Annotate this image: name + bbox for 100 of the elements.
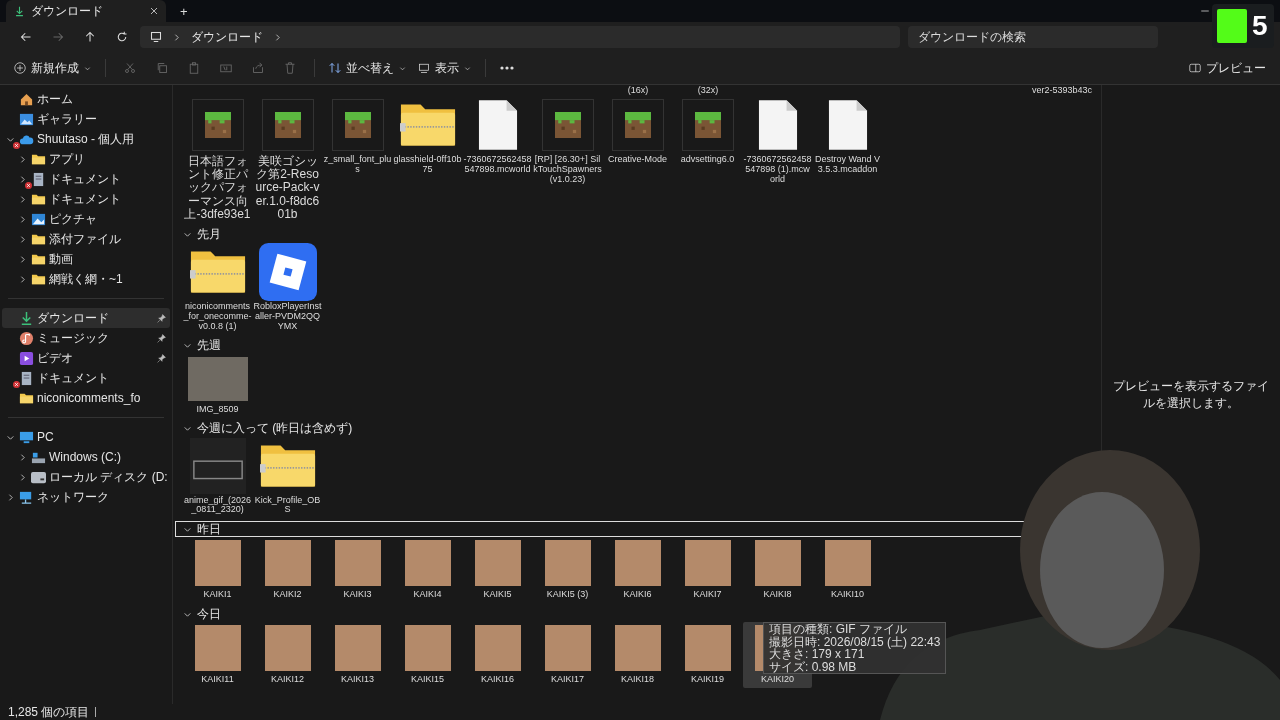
photo-placeholder [684, 625, 731, 672]
sidebar-item[interactable]: ネットワーク [2, 487, 170, 507]
preview-message: プレビューを表示するファイルを選択します。 [1112, 377, 1270, 412]
sidebar-item[interactable]: ドキュメント [2, 189, 170, 209]
photo-placeholder [614, 540, 661, 587]
file-item[interactable]: glasshield-0ff10b75 [393, 96, 462, 178]
group-header[interactable]: 先週 [175, 337, 1101, 354]
file-item[interactable]: KAIKI11 [183, 622, 252, 689]
sidebar-item[interactable]: ビデオ [2, 348, 170, 368]
file-item[interactable]: KAIKI4 [393, 537, 462, 604]
sidebar-item[interactable]: ダウンロード [2, 308, 170, 328]
file-item[interactable]: KAIKI3 [323, 537, 392, 604]
file-item[interactable]: [RP] [26.30+] SilkTouchSpawners (v1.0.23) [533, 96, 602, 188]
sort-arrows-icon [329, 62, 341, 74]
sidebar-item[interactable]: ピクチャ [2, 209, 170, 229]
group-header[interactable]: 昨日 [175, 521, 1101, 538]
group-header[interactable]: 先月 [175, 226, 1101, 243]
plus-circle-icon [14, 62, 26, 74]
file-item[interactable]: KAIKI6 [603, 537, 672, 604]
document-icon [31, 171, 46, 187]
file-item[interactable]: anime_gif_(2026_0811_2320) [183, 436, 252, 519]
monitor-icon [418, 62, 430, 74]
sidebar-item[interactable]: ドキュメント [2, 368, 170, 388]
file-item[interactable]: Destroy Wand V3.5.3.mcaddon [813, 96, 882, 178]
drive-icon [31, 469, 46, 485]
file-item[interactable]: z_small_font_plus [323, 96, 392, 178]
address-bar[interactable]: ダウンロード [140, 26, 900, 48]
file-item[interactable]: KAIKI18 [603, 622, 672, 689]
file-item[interactable]: KAIKI1 [183, 537, 252, 604]
chevron-down-icon [183, 230, 192, 240]
file-item[interactable]: 日本語フォント修正パックパフォーマンス向上-3dfe93e1 [183, 96, 252, 224]
photo-placeholder [544, 625, 591, 672]
file-item[interactable]: 美咲ゴシック第2-Resource-Pack-ver.1.0-f8dc601b [253, 96, 322, 224]
file-item[interactable]: KAIKI5 (3) [533, 537, 602, 604]
grass-block-icon [204, 112, 231, 138]
copy-icon [156, 62, 168, 74]
sidebar-item[interactable]: niconicomments_fo [2, 388, 170, 408]
preview-button[interactable]: プレビュー [1183, 55, 1272, 81]
sidebar-item[interactable]: アプリ [2, 149, 170, 169]
sidebar-item[interactable]: 添付ファイル [2, 229, 170, 249]
grass-block-icon [274, 112, 301, 138]
sidebar-item[interactable]: 網戦く網・~1 [2, 269, 170, 289]
file-item[interactable]: KAIKI17 [533, 622, 602, 689]
grass-block-icon [694, 112, 721, 138]
grass-block-icon [554, 112, 581, 138]
file-item[interactable]: -7360672562458547898.mcworld [463, 96, 532, 178]
breadcrumb[interactable]: ダウンロード [191, 28, 263, 46]
network-icon [19, 489, 34, 505]
zip-folder-icon [399, 102, 456, 148]
file-icon [477, 99, 518, 151]
forward-arrow-icon [52, 31, 64, 43]
sidebar-item[interactable]: ローカル ディスク (D: [2, 467, 170, 487]
file-item[interactable]: KAIKI13 [323, 622, 392, 689]
sidebar-item[interactable]: ドキュメント [2, 169, 170, 189]
caret-icon [84, 64, 91, 72]
chevron-right-icon [273, 32, 282, 42]
group-header[interactable]: 今週に入って (昨日は含めず) [175, 420, 1101, 437]
app-icon [258, 242, 317, 301]
more-dots-icon [500, 66, 514, 70]
picture-icon [31, 211, 46, 227]
home-icon [19, 91, 34, 107]
chevron-down-icon [183, 424, 192, 433]
sidebar-item[interactable]: PC [2, 427, 170, 447]
file-item[interactable]: IMG_8509 [183, 353, 252, 418]
new-button[interactable]: 新規作成 [8, 55, 97, 81]
download-icon [19, 310, 34, 326]
file-item[interactable]: KAIKI7 [673, 537, 742, 604]
new-tab-button[interactable]: + [174, 0, 194, 22]
up-arrow-icon [84, 31, 96, 43]
sidebar-item[interactable]: Shuutaso - 個人用 [2, 129, 170, 149]
file-item[interactable]: KAIKI16 [463, 622, 532, 689]
photo-placeholder [264, 540, 311, 587]
file-item[interactable]: KAIKI2 [253, 537, 322, 604]
sort-button[interactable]: 並べ替え [323, 55, 412, 81]
view-button[interactable]: 表示 [412, 55, 477, 81]
sidebar-item[interactable]: Windows (C:) [2, 447, 170, 467]
search-field[interactable]: ダウンロードの検索 [908, 26, 1158, 48]
gallery-icon [19, 111, 34, 127]
sidebar-item[interactable]: ミュージック [2, 328, 170, 348]
photo-placeholder [404, 625, 451, 672]
file-item[interactable]: niconicomments_for_onecomme-v0.0.8 (1) [183, 242, 252, 335]
file-item[interactable]: -7360672562458547898 (1).mcworld [743, 96, 812, 188]
sidebar-item[interactable]: ギャラリー [2, 109, 170, 129]
group-header[interactable]: 今日 [175, 606, 1101, 623]
file-item[interactable]: KAIKI15 [393, 622, 462, 689]
file-item[interactable]: KAIKI10 [813, 537, 882, 604]
file-item[interactable]: KAIKI5 [463, 537, 532, 604]
window-tab[interactable]: ダウンロード [6, 0, 166, 22]
file-item[interactable]: RobloxPlayerInstaller-PVDM2QQYMX [253, 242, 322, 335]
item-count: 1,285 個の項目 [8, 703, 90, 720]
file-item[interactable]: KAIKI12 [253, 622, 322, 689]
sidebar-item[interactable]: ホーム [2, 89, 170, 109]
file-item[interactable]: Kick_Profile_OBS [253, 436, 322, 519]
file-item[interactable]: KAIKI19 [673, 622, 742, 689]
sidebar-item[interactable]: 動画 [2, 249, 170, 269]
photo-placeholder [194, 540, 241, 587]
zip-folder-icon [189, 248, 246, 295]
caret-icon [464, 64, 471, 72]
file-item[interactable]: KAIKI8 [743, 537, 812, 604]
monitor-icon [19, 429, 34, 445]
